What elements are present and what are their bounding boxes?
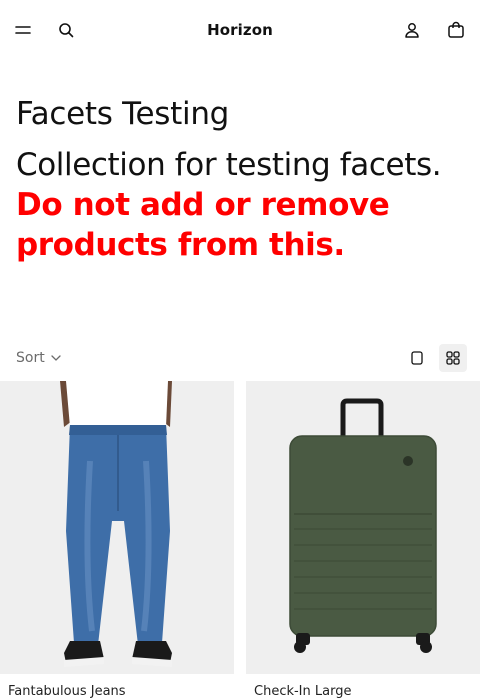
- collection-description-text: Collection for testing facets.: [16, 147, 442, 183]
- cart-icon[interactable]: [444, 18, 468, 42]
- product-title[interactable]: Check-In Large: [246, 684, 480, 700]
- single-column-view-icon: [411, 351, 423, 365]
- product-card[interactable]: Check-In Large: [246, 381, 480, 700]
- menu-icon[interactable]: [11, 18, 35, 42]
- grid-view-button[interactable]: [439, 344, 467, 372]
- product-title[interactable]: Fantabulous Jeans: [0, 684, 234, 700]
- grid-view-icon: [446, 351, 460, 365]
- single-column-view-button[interactable]: [403, 344, 431, 372]
- collection-description-warning: Do not add or remove products from this.: [16, 187, 390, 263]
- brand-link[interactable]: Horizon: [207, 21, 273, 39]
- site-header: Horizon: [0, 0, 480, 60]
- suitcase-photo[interactable]: [246, 381, 480, 674]
- collection-title: Facets Testing: [16, 96, 230, 132]
- sort-dropdown[interactable]: Sort: [16, 348, 61, 368]
- chevron-down-icon: [51, 355, 61, 361]
- sort-label: Sort: [16, 350, 45, 366]
- account-icon[interactable]: [400, 18, 424, 42]
- search-icon[interactable]: [54, 18, 78, 42]
- product-card[interactable]: Fantabulous Jeans: [0, 381, 234, 700]
- jeans-photo[interactable]: [0, 381, 234, 674]
- collection-description: Collection for testing facets. Do not ad…: [16, 145, 466, 265]
- collection-toolbar: Sort: [0, 340, 480, 376]
